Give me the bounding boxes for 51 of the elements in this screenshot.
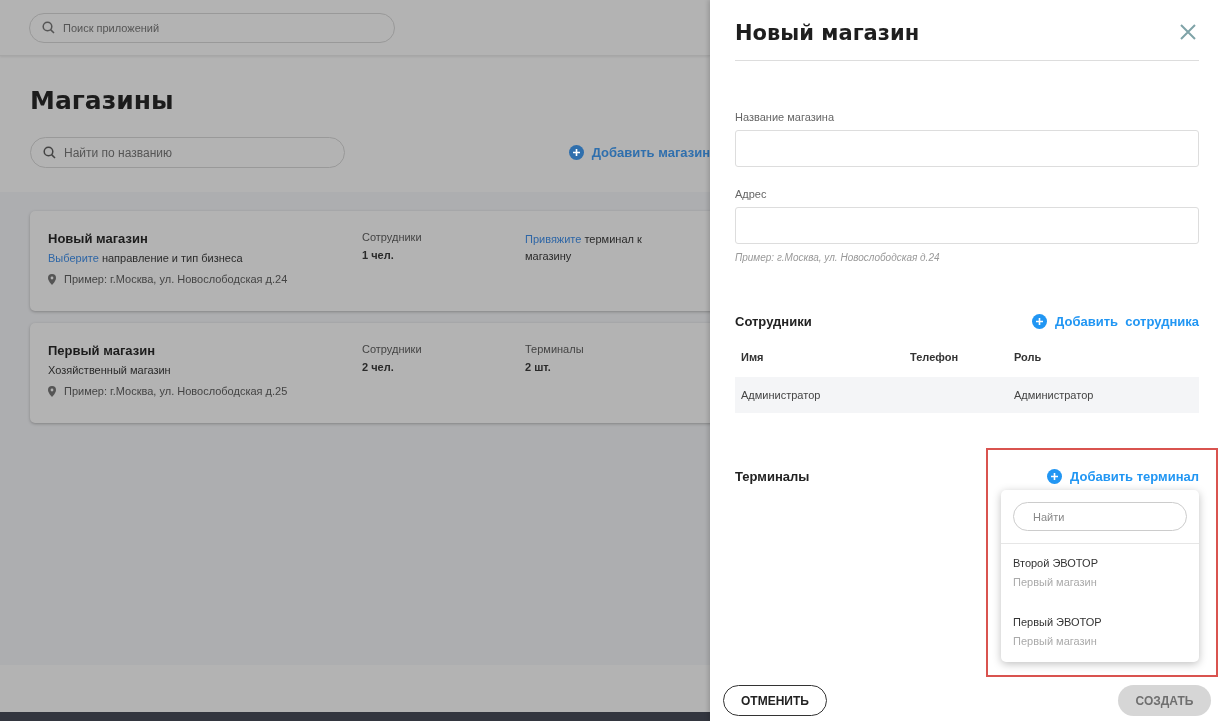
field-label: Название магазина <box>735 111 836 123</box>
business-type-text: Выберите направление и тип бизнеса <box>48 252 244 264</box>
column-label: Сотрудники <box>362 343 423 355</box>
terminal-name: Второй ЭВОТОР <box>1013 557 1099 569</box>
field-label: Адрес <box>735 188 768 200</box>
page-title: Магазины <box>30 86 175 115</box>
terminal-name: Первый ЭВОТОР <box>1013 616 1103 628</box>
store-card[interactable]: Первый магазин Хозяйственный магазин Пример: г.Москва, ул. Новослободская д.25 Сотрудники 2 чел. Терминалы 2 шт. <box>30 323 710 423</box>
section-title: Терминалы <box>735 469 810 484</box>
search-icon <box>42 21 55 34</box>
store-address: Пример: г.Москва, ул. Новослободская д.24 <box>64 273 288 285</box>
store-name: Первый магазин <box>48 343 156 358</box>
plus-circle-icon <box>1032 314 1048 329</box>
panel-title: Новый магазин <box>735 21 920 45</box>
table-cell-text: Администратор <box>1014 389 1095 401</box>
column-header: Роль <box>1014 351 1043 363</box>
plus-circle-icon <box>568 145 584 160</box>
close-icon <box>1179 23 1197 41</box>
column-label: Сотрудники <box>362 231 423 243</box>
text-field[interactable] <box>735 130 1199 167</box>
terminal-option[interactable]: Второй ЭВОТОР Первый магазин <box>1001 544 1199 603</box>
search-icon <box>43 146 56 159</box>
plus-circle-icon <box>1047 469 1063 484</box>
location-pin-icon <box>48 273 56 285</box>
employees-count: 1 чел. <box>362 249 395 261</box>
column-label: Терминалы <box>525 343 585 355</box>
terminals-count: 2 шт. <box>525 361 552 373</box>
add-employee-button[interactable]: Добавить сотрудника <box>1032 314 1199 329</box>
employee-row[interactable]: Администратор Администратор <box>735 377 1199 413</box>
business-type-text: Хозяйственный магазин <box>48 364 172 376</box>
terminal-store: Первый магазин <box>1013 576 1098 588</box>
add-store-button[interactable]: Добавить магазин <box>568 145 710 160</box>
dropdown-search-field[interactable]: Найти <box>1013 502 1187 531</box>
table-cell-text: Администратор <box>741 389 822 401</box>
choose-link[interactable]: Выберите <box>48 252 99 264</box>
bind-terminal-link[interactable]: Привяжите <box>525 233 582 245</box>
cancel-button[interactable]: ОТМЕНИТЬ <box>723 685 827 716</box>
store-address: Пример: г.Москва, ул. Новослободская д.25 <box>64 385 288 397</box>
column-header: Телефон <box>910 351 960 363</box>
employees-count: 2 чел. <box>362 361 395 373</box>
bind-terminal-text: Привяжите терминал к магазину <box>525 232 643 264</box>
field-hint: Пример: г.Москва, ул. Новослободская д.24 <box>735 252 941 263</box>
column-header: Имя <box>741 351 765 363</box>
store-name: Новый магазин <box>48 231 149 246</box>
text-field[interactable] <box>735 207 1199 244</box>
store-card[interactable]: Новый магазин Выберите направление и тип бизнеса Пример: г.Москва, ул. Новослободская д.24 Сотрудники 1 чел. Привяжите терминал к магазину <box>30 211 710 311</box>
location-pin-icon <box>48 385 56 397</box>
section-title: Сотрудники <box>735 314 812 329</box>
terminal-store: Первый магазин <box>1013 635 1098 647</box>
terminal-option[interactable]: Первый ЭВОТОР Первый магазин <box>1001 603 1199 662</box>
add-terminal-button[interactable]: Добавить терминал <box>1047 469 1199 484</box>
